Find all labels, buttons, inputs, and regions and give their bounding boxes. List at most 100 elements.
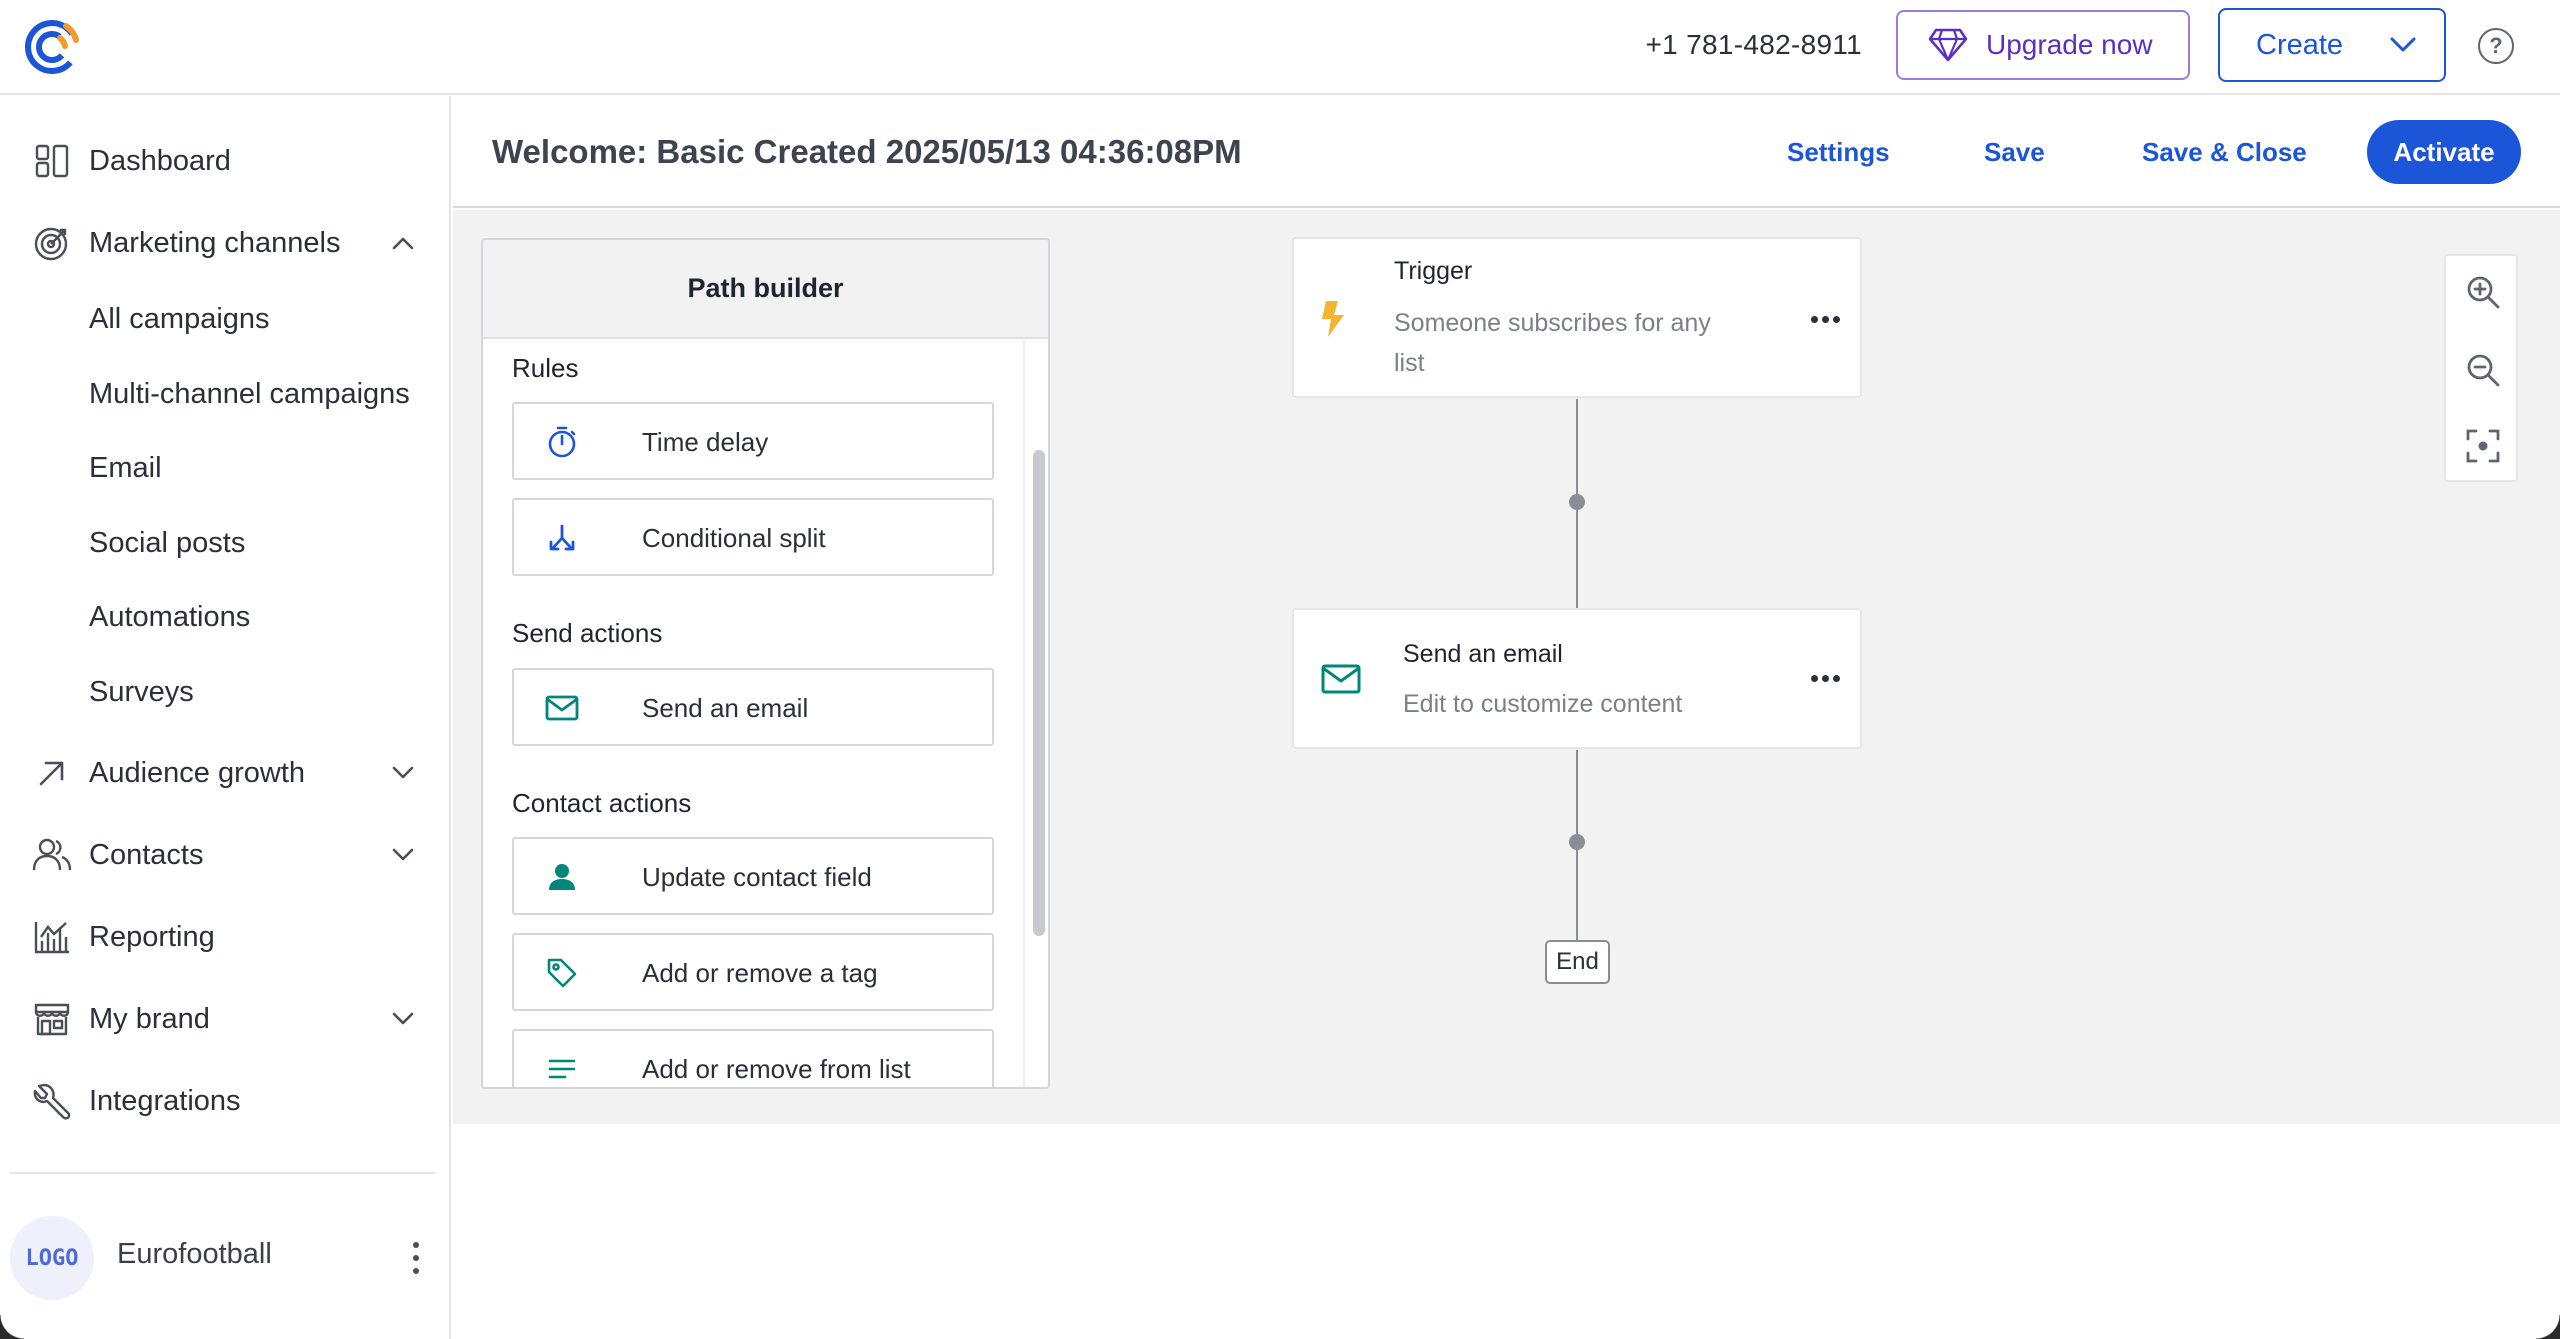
upgrade-label: Upgrade now: [1986, 29, 2153, 60]
connector-line: [1576, 399, 1578, 497]
sidebar-item-label: My brand: [89, 1002, 210, 1035]
sidebar-subitem-multi-channel-campaigns[interactable]: Multi-channel campaigns: [89, 369, 410, 419]
chevron-down-icon[interactable]: [388, 758, 418, 788]
sidebar-subitem-all-campaigns[interactable]: All campaigns: [89, 294, 270, 344]
page-title: Welcome: Basic Created 2025/05/13 04:36:…: [492, 133, 1242, 170]
sidebar-item-audience-growth[interactable]: Audience growth: [0, 741, 451, 805]
path-item-label: Conditional split: [642, 523, 826, 553]
store-icon: [32, 999, 72, 1039]
send-email-title: Send an email: [1403, 640, 1563, 668]
fit-to-screen-icon[interactable]: [2463, 426, 2503, 466]
sidebar-subitem-email[interactable]: Email: [89, 443, 162, 493]
sidebar: Dashboard Marketing channels All campaig…: [0, 96, 451, 1339]
add-step-dot[interactable]: [1569, 494, 1585, 510]
create-button[interactable]: Create: [2218, 8, 2446, 82]
contacts-icon: [32, 835, 72, 875]
more-options-icon[interactable]: [1811, 675, 1840, 682]
create-label: Create: [2256, 28, 2344, 61]
brand-logo-icon[interactable]: [22, 16, 82, 76]
target-icon: [32, 223, 72, 263]
chevron-down-icon[interactable]: [388, 840, 418, 870]
split-icon: [544, 520, 580, 556]
kebab-menu-icon[interactable]: [402, 1238, 430, 1278]
section-contact-actions: Contact actions: [512, 788, 692, 818]
path-item-send-email[interactable]: Send an email: [512, 668, 994, 746]
save-button[interactable]: Save: [1984, 136, 2045, 168]
sidebar-item-marketing-channels[interactable]: Marketing channels: [0, 211, 451, 275]
list-icon: [544, 1051, 580, 1087]
person-icon: [544, 859, 580, 895]
path-item-label: Add or remove a tag: [642, 958, 878, 988]
trigger-subtitle: Someone subscribes for any: [1394, 309, 1711, 337]
trigger-subtitle-line2: list: [1394, 349, 1425, 377]
path-item-label: Add or remove from list: [642, 1054, 911, 1084]
section-rules: Rules: [512, 353, 579, 383]
wrench-icon: [32, 1081, 72, 1121]
zoom-out-icon[interactable]: [2463, 350, 2503, 390]
path-builder-panel: Path builder Rules Time delay Conditiona…: [481, 238, 1050, 1089]
sidebar-subitem-surveys[interactable]: Surveys: [89, 667, 194, 717]
path-item-add-remove-tag[interactable]: Add or remove a tag: [512, 933, 994, 1011]
connector-line: [1576, 850, 1578, 940]
sidebar-item-label: Audience growth: [89, 756, 306, 789]
chart-icon: [32, 917, 72, 957]
trigger-node[interactable]: Trigger Someone subscribes for any list: [1292, 237, 1862, 398]
window-corner: [0, 1315, 24, 1339]
chevron-down-icon[interactable]: [388, 1004, 418, 1034]
connector-line: [1576, 510, 1578, 608]
sidebar-subitem-automations[interactable]: Automations: [89, 592, 250, 642]
window-corner: [2536, 1315, 2560, 1339]
path-builder-scrollbar[interactable]: [1033, 450, 1045, 936]
more-options-icon[interactable]: [1811, 316, 1840, 323]
path-item-update-contact-field[interactable]: Update contact field: [512, 837, 994, 915]
connector-line: [1576, 750, 1578, 842]
path-item-conditional-split[interactable]: Conditional split: [512, 498, 994, 576]
chevron-up-icon[interactable]: [388, 228, 418, 258]
sidebar-subitem-social-posts[interactable]: Social posts: [89, 518, 245, 568]
end-node: End: [1545, 940, 1610, 984]
help-glyph: ?: [2489, 33, 2503, 58]
top-bar: +1 781-482-8911 Upgrade now Create ?: [0, 0, 2560, 95]
sidebar-item-dashboard[interactable]: Dashboard: [0, 129, 451, 193]
sidebar-item-integrations[interactable]: Integrations: [0, 1069, 451, 1133]
send-email-node[interactable]: Send an email Edit to customize content: [1292, 608, 1862, 749]
upgrade-button[interactable]: Upgrade now: [1896, 10, 2190, 80]
settings-button[interactable]: Settings: [1787, 136, 1890, 168]
path-item-label: Time delay: [642, 427, 769, 457]
path-item-label: Update contact field: [642, 862, 872, 892]
trigger-title: Trigger: [1394, 257, 1473, 285]
save-close-button[interactable]: Save & Close: [2142, 136, 2307, 168]
help-icon[interactable]: ?: [2478, 28, 2514, 64]
arrow-up-right-icon: [32, 753, 72, 793]
sidebar-item-label: Dashboard: [89, 144, 231, 177]
path-builder-title: Path builder: [483, 240, 1048, 339]
add-step-dot[interactable]: [1569, 834, 1585, 850]
section-send-actions: Send actions: [512, 618, 663, 648]
sidebar-item-label: Integrations: [89, 1084, 241, 1117]
zoom-in-icon[interactable]: [2463, 272, 2503, 312]
diamond-icon: [1928, 28, 1968, 62]
sidebar-item-my-brand[interactable]: My brand: [0, 987, 451, 1051]
phone-number[interactable]: +1 781-482-8911: [1646, 27, 1863, 63]
chevron-down-icon: [2390, 37, 2416, 52]
path-item-add-remove-list[interactable]: Add or remove from list: [512, 1029, 994, 1087]
sidebar-item-label: Marketing channels: [89, 226, 341, 259]
account-logo-avatar: LOGO: [10, 1216, 94, 1300]
sidebar-item-reporting[interactable]: Reporting: [0, 905, 451, 969]
sidebar-item-contacts[interactable]: Contacts: [0, 823, 451, 887]
envelope-icon: [1321, 664, 1361, 694]
account-name: Eurofootball: [117, 1238, 272, 1270]
envelope-icon: [544, 690, 580, 726]
sidebar-divider: [10, 1172, 435, 1174]
sidebar-item-label: Contacts: [89, 838, 204, 871]
lightning-icon: [1322, 301, 1344, 337]
send-email-subtitle: Edit to customize content: [1403, 690, 1683, 718]
sidebar-item-label: Reporting: [89, 920, 215, 953]
zoom-controls: [2444, 254, 2518, 482]
account-switcher[interactable]: LOGO Eurofootball: [10, 1216, 440, 1300]
path-item-time-delay[interactable]: Time delay: [512, 402, 994, 480]
tag-icon: [544, 955, 580, 991]
path-item-label: Send an email: [642, 693, 809, 723]
activate-button[interactable]: Activate: [2367, 120, 2521, 184]
stopwatch-icon: [544, 424, 580, 460]
